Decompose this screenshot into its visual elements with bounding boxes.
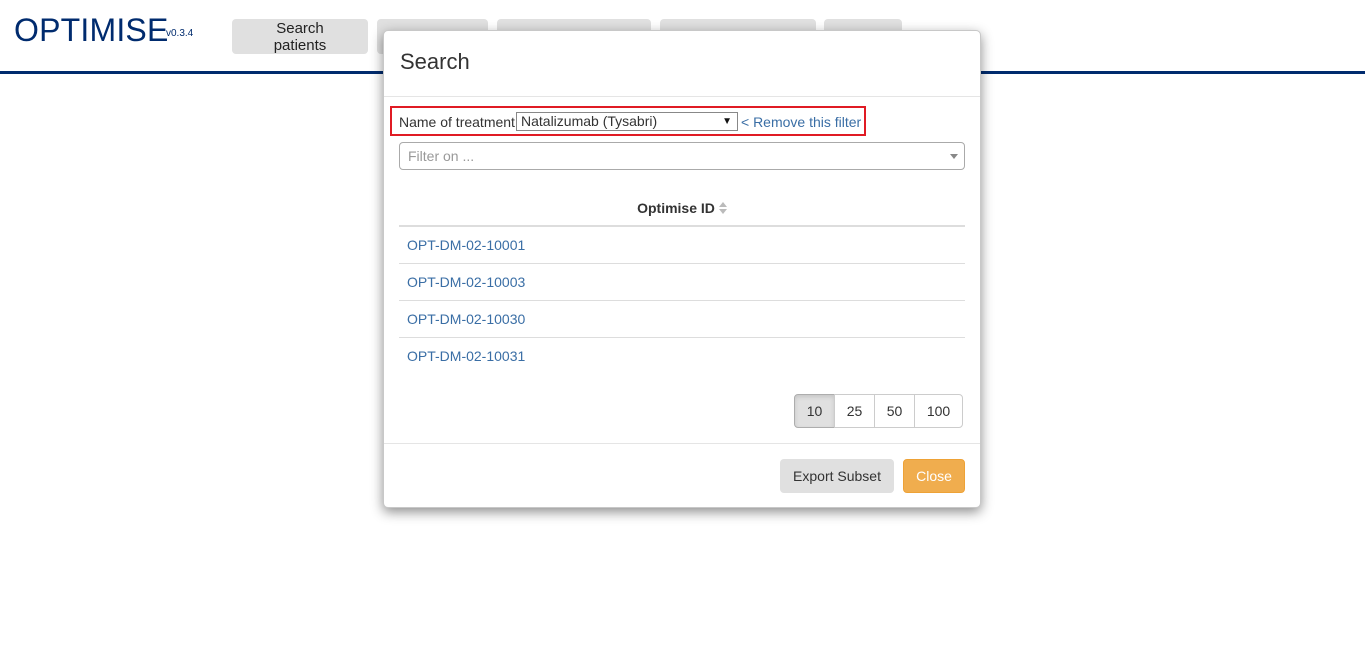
patient-id-link[interactable]: OPT-DM-02-10003	[407, 274, 525, 290]
patient-id-link[interactable]: OPT-DM-02-10001	[407, 237, 525, 253]
table-row: OPT-DM-02-10001	[399, 226, 965, 264]
caret-down-icon	[950, 154, 958, 159]
page-size-50-button[interactable]: 50	[874, 394, 915, 428]
filter-on-placeholder: Filter on ...	[408, 148, 475, 164]
column-header-optimise-id[interactable]: Optimise ID	[399, 191, 965, 227]
page-size-100-button[interactable]: 100	[914, 394, 963, 428]
search-modal: Search Name of treatment Natalizumab (Ty…	[383, 30, 981, 508]
modal-header: Search	[384, 31, 980, 97]
modal-footer-divider	[384, 443, 980, 444]
app-title: OPTIMISE	[14, 12, 169, 48]
filter-label: Name of treatment	[399, 114, 515, 130]
filter-on-select[interactable]: Filter on ...	[399, 142, 965, 170]
modal-title: Search	[400, 49, 470, 74]
page-size-25-button[interactable]: 25	[834, 394, 875, 428]
table-row: OPT-DM-02-10030	[399, 300, 965, 338]
column-header-label: Optimise ID	[637, 200, 715, 216]
patient-id-link[interactable]: OPT-DM-02-10030	[407, 311, 525, 327]
treatment-select[interactable]: Natalizumab (Tysabri) ▼	[516, 112, 738, 131]
table-row: OPT-DM-02-10031	[399, 338, 965, 375]
page-size-10-button[interactable]: 10	[794, 394, 835, 428]
export-subset-button[interactable]: Export Subset	[780, 459, 894, 493]
treatment-select-value: Natalizumab (Tysabri)	[521, 113, 658, 129]
sort-icon	[718, 202, 727, 214]
page-size-selector: 10 25 50 100	[794, 394, 963, 428]
app-version: v0.3.4	[166, 28, 194, 39]
results-table: Optimise ID OPT-DM-02-10001 OPT-DM-02-10…	[399, 191, 965, 374]
close-button[interactable]: Close	[903, 459, 965, 493]
dropdown-arrow-icon: ▼	[722, 116, 732, 127]
patient-id-link[interactable]: OPT-DM-02-10031	[407, 348, 525, 364]
remove-filter-link[interactable]: < Remove this filter	[741, 114, 861, 130]
table-row: OPT-DM-02-10003	[399, 263, 965, 301]
search-patients-button[interactable]: Search patients	[232, 19, 368, 54]
